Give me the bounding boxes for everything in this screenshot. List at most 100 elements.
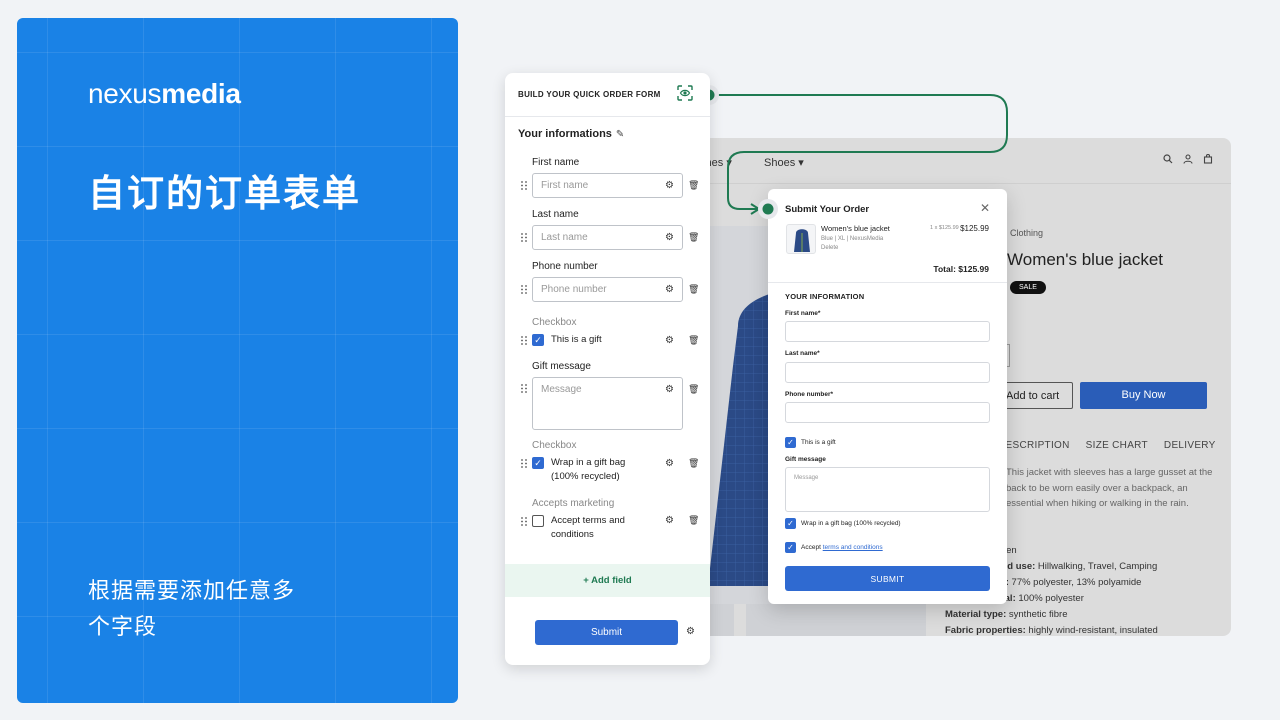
spec-row: Fabric properties: highly wind-resistant… [945,625,1158,636]
phone-number-label: Phone number [532,261,598,272]
phone-number-input[interactable]: Phone number [532,277,683,302]
gift-checkbox[interactable]: ✓ [532,334,544,346]
order-product-name: Women's blue jacket [821,224,890,233]
preview-eye-icon[interactable] [677,85,693,101]
gear-icon[interactable]: ⚙ [665,233,675,243]
logo-light-text: nexus [88,78,162,109]
gear-icon[interactable]: ⚙ [665,516,675,526]
tab-delivery[interactable]: DELIVERY [1164,440,1216,451]
accept-terms-label: Accept terms and conditions [551,515,625,540]
product-title: Women's blue jacket [1007,250,1164,269]
hero-panel: nexusmedia 自订的订单表单 根据需要添加任意多 个字段 [17,18,458,703]
builder-header-title: BUILD YOUR QUICK ORDER FORM [518,90,661,99]
section-title: Your informations ✎ [518,128,624,140]
trash-icon[interactable]: 🗑 [688,284,699,294]
builder-header: BUILD YOUR QUICK ORDER FORM [505,73,710,117]
hero-subtitle: 根据需要添加任意多 个字段 [88,573,408,645]
order-price: $125.99 [960,224,989,233]
sale-badge: SALE [1010,281,1046,294]
product-category: Clothing [1010,228,1044,238]
checkbox-type-label: Checkbox [532,317,577,328]
gear-icon[interactable]: ⚙ [665,459,675,469]
tab-description[interactable]: DESCRIPTION [998,440,1070,451]
gift-message-label: Gift message [532,361,591,372]
trash-icon[interactable]: 🗑 [688,458,699,468]
delete-link[interactable]: Delete [821,245,838,251]
modal-title: Submit Your Order [785,204,870,215]
form-builder-card: BUILD YOUR QUICK ORDER FORM Your informa… [505,73,710,665]
order-product-meta: Blue | XL | NexusMedia [821,236,884,242]
terms-link[interactable]: terms and conditions [823,544,883,551]
submit-button[interactable]: Submit [535,620,678,645]
phone-label: Phone number* [785,391,834,398]
gear-icon[interactable]: ⚙ [686,627,696,637]
nav-item-shoes[interactable]: Shoes ▾ [764,156,804,169]
nexusmedia-logo: nexusmedia [88,78,241,110]
submit-order-modal: Submit Your Order ✕ Women's blue jacket … [768,189,1007,604]
accept-terms-checkbox[interactable] [532,515,544,527]
order-qty-price: 1 x $125.99 [930,225,959,231]
drag-handle-icon[interactable] [521,285,527,294]
first-name-input[interactable]: First name [532,173,683,198]
gift-message-label: Gift message [785,456,826,463]
pencil-icon[interactable]: ✎ [616,129,624,140]
drag-handle-icon[interactable] [521,384,527,393]
phone-field[interactable] [785,402,990,423]
spec-row: Material type: synthetic fibre [945,609,1068,620]
gear-icon[interactable]: ⚙ [665,336,675,346]
checkbox-type-label: Checkbox [532,440,577,451]
wrap-checkbox-label: Wrap in a gift bag (100% recycled) [801,520,901,527]
first-name-label: First name [532,157,580,168]
wrap-checkbox[interactable]: ✓ [785,518,796,529]
divider [768,282,1007,283]
accept-checkbox-label: Accept terms and conditions [801,544,883,551]
section-title-text: Your informations [518,128,612,140]
hero-subtitle-line-2: 个字段 [88,614,158,639]
gift-message-textarea[interactable]: Message [532,377,683,430]
drag-handle-icon[interactable] [521,517,527,526]
buy-now-button[interactable]: Buy Now [1080,382,1207,409]
last-name-field[interactable] [785,362,990,383]
wrap-checkbox[interactable]: ✓ [532,457,544,469]
search-icon[interactable] [1163,154,1173,164]
thumbnail[interactable] [746,604,926,636]
first-name-label: First name* [785,310,821,317]
trash-icon[interactable]: 🗑 [688,180,699,190]
shop-icons [1163,154,1213,164]
order-total: Total: $125.99 [933,264,989,274]
accept-checkbox[interactable]: ✓ [785,542,796,553]
gift-message-field[interactable]: Message [785,467,990,512]
trash-icon[interactable]: 🗑 [688,384,699,394]
gear-icon[interactable]: ⚙ [665,181,675,191]
accept-text: Accept [801,544,821,551]
trash-icon[interactable]: 🗑 [688,335,699,345]
first-name-field[interactable] [785,321,990,342]
last-name-input[interactable]: Last name [532,225,683,250]
gift-checkbox-label: This is a gift [801,439,836,446]
modal-submit-button[interactable]: SUBMIT [785,566,990,591]
close-icon[interactable]: ✕ [980,201,990,215]
last-name-label: Last name [532,209,579,220]
shop-nav: Clothes ▾ Shoes ▾ [700,138,1231,184]
drag-handle-icon[interactable] [521,459,527,468]
product-tabs: DESCRIPTION SIZE CHART DELIVERY [998,440,1216,451]
drag-handle-icon[interactable] [521,181,527,190]
trash-icon[interactable]: 🗑 [688,515,699,525]
gear-icon[interactable]: ⚙ [665,385,675,395]
wrap-checkbox-label: Wrap in a gift bag (100% recycled) [551,457,626,482]
accepts-marketing-label: Accepts marketing [532,498,615,509]
account-icon[interactable] [1183,154,1193,164]
drag-handle-icon[interactable] [521,233,527,242]
drag-handle-icon[interactable] [521,336,527,345]
gift-checkbox-label: This is a gift [551,334,602,345]
hero-subtitle-line-1: 根据需要添加任意多 [88,578,296,603]
product-description: This jacket with sleeves has a large gus… [1006,467,1213,509]
modal-section-title: YOUR INFORMATION [785,292,865,301]
add-field-button[interactable]: + Add field [505,564,710,597]
cart-icon[interactable] [1203,154,1213,164]
product-thumbnail [786,224,816,254]
trash-icon[interactable]: 🗑 [688,232,699,242]
gift-checkbox[interactable]: ✓ [785,437,796,448]
tab-size-chart[interactable]: SIZE CHART [1086,440,1148,451]
gear-icon[interactable]: ⚙ [665,285,675,295]
